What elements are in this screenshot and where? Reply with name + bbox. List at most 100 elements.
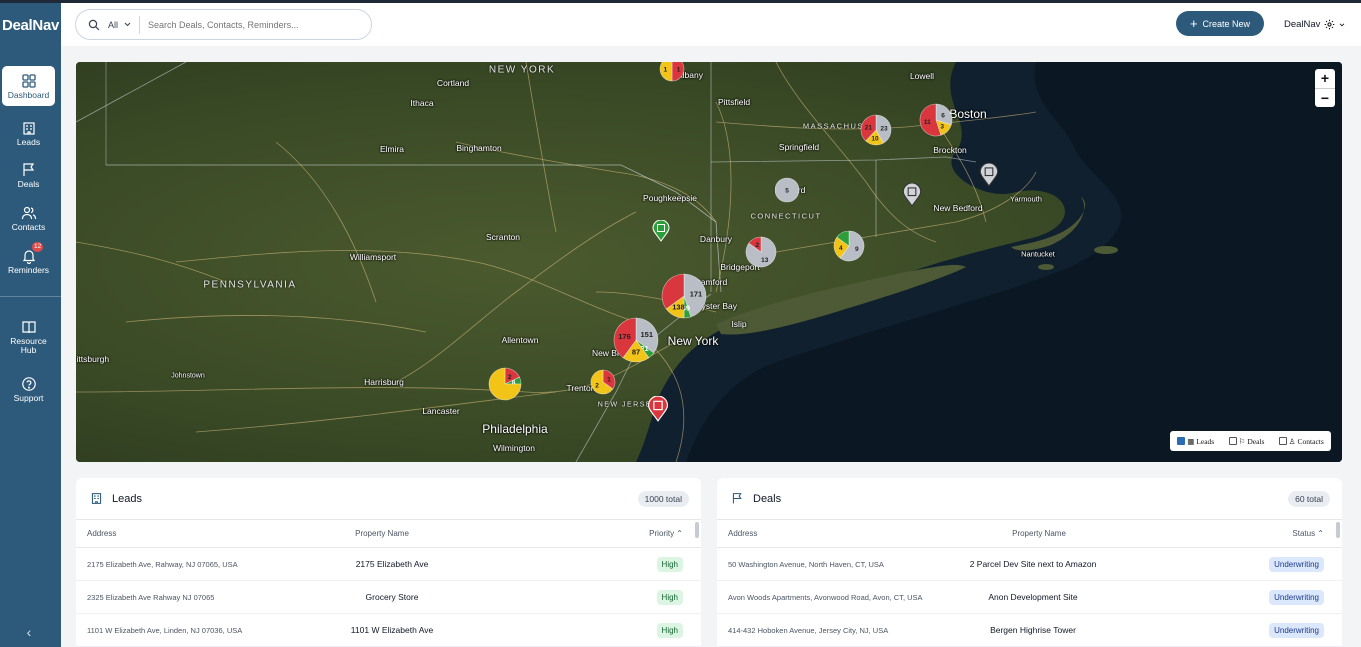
table-row[interactable]: Avon Woods Apartments, Avonwood Road, Av… xyxy=(717,581,1342,614)
create-new-button[interactable]: + Create New xyxy=(1176,11,1264,36)
sidebar-item-reminders[interactable]: 12 Reminders xyxy=(2,241,55,281)
cluster-count: 10 xyxy=(871,136,879,143)
cluster-marker-hartford[interactable]: 5 xyxy=(774,177,800,203)
sidebar-item-resource-hub[interactable]: Resource Hub xyxy=(2,315,55,359)
checkbox-icon xyxy=(1278,437,1287,445)
layer-label: Leads xyxy=(1196,436,1215,446)
sidebar-item-contacts[interactable]: Contacts xyxy=(2,198,55,238)
column-address[interactable]: Address xyxy=(728,529,757,538)
cluster-marker-ct-east[interactable]: 94 xyxy=(833,230,865,262)
sidebar-item-label: Resource Hub xyxy=(10,336,47,355)
cluster-count: 21 xyxy=(865,124,873,131)
user-icon: ♙ xyxy=(1288,436,1296,446)
sidebar-item-label: Reminders xyxy=(7,264,50,275)
sidebar-item-dashboard[interactable]: Dashboard xyxy=(2,66,55,106)
cluster-marker-nyc[interactable]: 1512187176 xyxy=(613,317,659,363)
leads-panel-header: Leads 1000 total xyxy=(76,478,701,520)
lead-pin-icon[interactable] xyxy=(647,396,669,422)
map-view[interactable]: NEW YORK PENNSYLVANIA MASSACHUSETTS CONN… xyxy=(76,62,1342,462)
collapse-sidebar-button[interactable]: ‹ xyxy=(22,625,36,639)
lead-pin-icon[interactable] xyxy=(979,163,999,187)
leads-total-badge: 1000 total xyxy=(637,491,689,507)
cluster-count: 2 xyxy=(755,242,759,249)
column-priority[interactable]: Priority ⌃ xyxy=(649,529,683,538)
cluster-count: 176 xyxy=(618,332,631,341)
sidebar-item-support[interactable]: Support xyxy=(2,369,55,409)
zoom-in-button[interactable]: + xyxy=(1315,69,1335,88)
column-property-name[interactable]: Property Name xyxy=(1012,529,1066,538)
cluster-count: 2 xyxy=(595,382,599,389)
lead-pin-icon[interactable] xyxy=(652,220,670,242)
row-address: 1101 W Elizabeth Ave, Linden, NJ 07036, … xyxy=(87,625,243,635)
table-row[interactable]: 50 Washington Avenue, North Haven, CT, U… xyxy=(717,548,1342,581)
sidebar-divider xyxy=(0,296,61,297)
grid-icon xyxy=(21,73,36,88)
layer-deals-toggle[interactable]: ⚐ Deals xyxy=(1228,436,1265,446)
plus-icon: + xyxy=(1189,16,1198,31)
search-icon xyxy=(88,19,100,30)
cluster-count: 1 xyxy=(607,377,611,384)
search-scope-value: All xyxy=(108,19,119,30)
leads-scrollbar[interactable] xyxy=(695,522,699,538)
cluster-layer: 1123102163115132941716913815121871761228 xyxy=(488,62,953,401)
status-badge: Underwriting xyxy=(1269,589,1324,605)
priority-badge: High xyxy=(656,589,683,605)
create-new-label: Create New xyxy=(1202,18,1251,29)
deals-panel: Deals 60 total Address Property Name Sta… xyxy=(717,478,1342,647)
flag-icon xyxy=(22,162,34,176)
cluster-marker-albany[interactable]: 11 xyxy=(659,62,685,82)
cluster-count: 11 xyxy=(924,119,931,126)
column-property-name[interactable]: Property Name xyxy=(355,529,409,538)
search-input[interactable] xyxy=(148,19,319,30)
book-icon xyxy=(21,321,36,334)
status-badge: Underwriting xyxy=(1269,556,1324,572)
cluster-marker-pa-east[interactable]: 28 xyxy=(488,367,522,401)
layer-label: Deals xyxy=(1247,436,1265,446)
column-address[interactable]: Address xyxy=(87,529,116,538)
cluster-count: 171 xyxy=(690,290,703,299)
sidebar-item-label: Deals xyxy=(17,178,40,189)
cluster-marker-stamford[interactable]: 17169138 xyxy=(661,273,707,319)
cluster-count: 9 xyxy=(855,246,859,253)
cluster-count: 3 xyxy=(940,124,944,131)
sidebar: DealNav Dashboard Leads Deals Contacts 1… xyxy=(0,0,61,647)
gear-icon xyxy=(1325,19,1335,30)
cluster-marker-trenton[interactable]: 12 xyxy=(590,369,616,395)
sidebar-item-deals[interactable]: Deals xyxy=(2,155,55,195)
checkbox-icon xyxy=(1228,437,1237,445)
building-icon xyxy=(91,493,102,504)
table-row[interactable]: 414-432 Hoboken Avenue, Jersey City, NJ,… xyxy=(717,614,1342,647)
layer-label: Contacts xyxy=(1297,436,1324,446)
org-menu[interactable]: DealNav xyxy=(1284,19,1345,30)
layer-contacts-toggle[interactable]: ♙ Contacts xyxy=(1278,436,1324,446)
row-address: 50 Washington Avenue, North Haven, CT, U… xyxy=(728,559,884,569)
cluster-count: 138 xyxy=(672,302,685,311)
row-property-name: 2 Parcel Dev Site next to Amazon xyxy=(969,559,1097,569)
row-property-name: Grocery Store xyxy=(365,592,419,602)
zoom-control: + − xyxy=(1315,69,1335,107)
layer-leads-toggle[interactable]: ▦ Leads xyxy=(1177,437,1214,446)
lead-pin-icon[interactable] xyxy=(902,183,922,207)
deals-scrollbar[interactable] xyxy=(1336,522,1340,538)
checkbox-checked-icon xyxy=(1177,437,1186,445)
row-address: 414-432 Hoboken Avenue, Jersey City, NJ,… xyxy=(728,625,889,635)
deals-table-header: Address Property Name Status ⌃ xyxy=(717,520,1342,548)
cluster-count: 23 xyxy=(880,125,888,132)
chevron-down-icon xyxy=(1340,23,1345,26)
cluster-marker-boston[interactable]: 6 3 11 xyxy=(919,103,953,137)
table-row[interactable]: 2175 Elizabeth Ave, Rahway, NJ 07065, US… xyxy=(76,548,701,581)
table-row[interactable]: 1101 W Elizabeth Ave, Linden, NJ 07036, … xyxy=(76,614,701,647)
app-logo[interactable]: DealNav xyxy=(0,17,61,34)
leads-table-header: Address Property Name Priority ⌃ xyxy=(76,520,701,548)
cluster-marker-worcester[interactable]: 2310 21 xyxy=(860,114,892,146)
users-icon xyxy=(21,206,36,219)
cluster-count: 6 xyxy=(941,112,945,119)
priority-badge: High xyxy=(656,556,683,572)
column-status[interactable]: Status ⌃ xyxy=(1292,529,1324,538)
cluster-marker-new-haven[interactable]: 13 2 xyxy=(745,236,777,268)
deals-panel-header: Deals 60 total xyxy=(717,478,1342,520)
sidebar-item-leads[interactable]: Leads xyxy=(2,113,55,153)
table-row[interactable]: 2325 Elizabeth Ave Rahway NJ 07065 Groce… xyxy=(76,581,701,614)
zoom-out-button[interactable]: − xyxy=(1315,88,1335,107)
search-scope-select[interactable]: All xyxy=(108,15,141,34)
